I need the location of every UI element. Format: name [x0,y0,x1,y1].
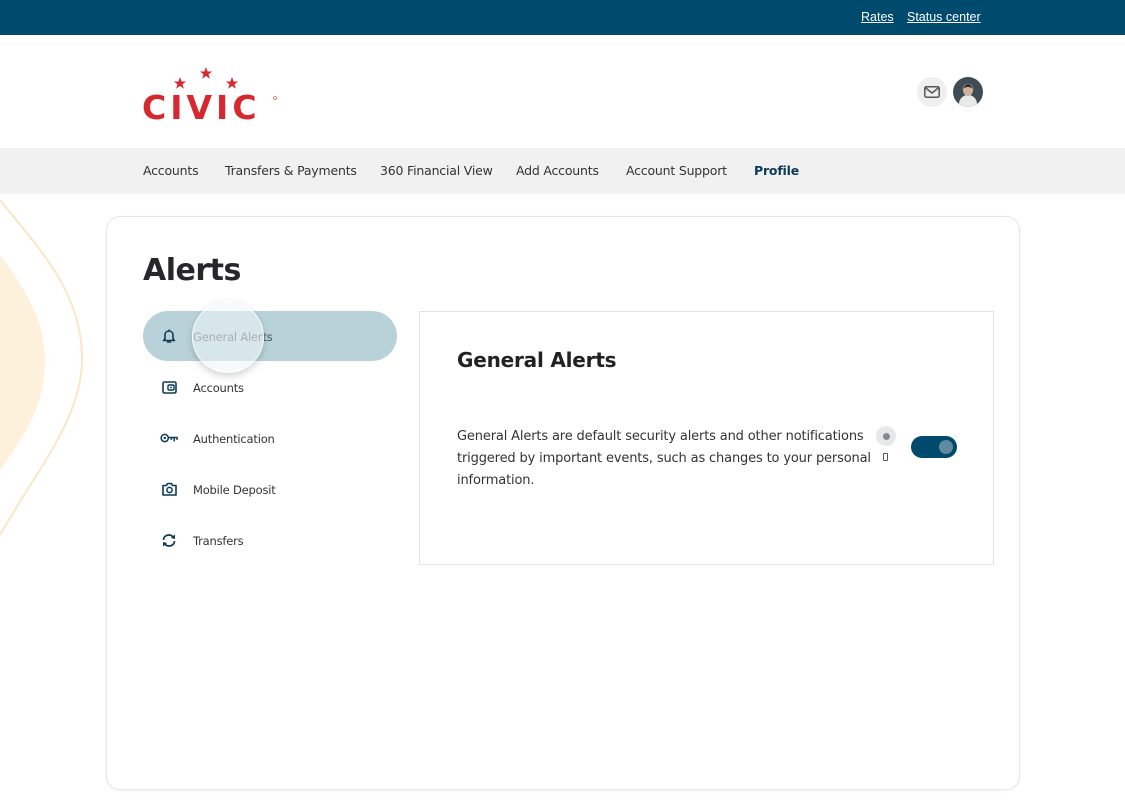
nav-account-support[interactable]: Account Support [626,163,727,178]
site-header: CIVIC [0,35,1125,148]
sidebar-item-mobile-deposit[interactable]: Mobile Deposit [143,464,397,514]
nav-profile[interactable]: Profile [754,163,799,178]
wallet-icon [160,379,178,395]
nav-accounts[interactable]: Accounts [143,163,199,178]
general-alerts-toggle[interactable] [911,436,957,458]
sidebar-item-label: Transfers [193,534,244,548]
key-icon [160,430,178,446]
mail-icon [924,86,940,98]
page-title: Alerts [143,253,241,288]
civic-logo[interactable]: CIVIC [142,65,282,125]
user-avatar[interactable] [953,77,983,107]
sidebar-item-general-alerts[interactable]: General Alerts [143,311,397,361]
mobile-channel-icon [883,453,888,461]
sidebar-item-label: General Alerts [193,330,273,344]
sidebar-item-label: Accounts [193,381,244,395]
nav-transfers-payments[interactable]: Transfers & Payments [225,163,357,178]
email-channel-icon [876,426,896,446]
status-center-link[interactable]: Status center [907,10,981,24]
messages-button[interactable] [917,77,947,107]
utility-bar: Rates Status center [0,0,1125,35]
transfer-arrows-icon [160,532,178,548]
camera-icon [160,481,178,497]
logo-stars-icon [173,67,239,89]
logo-text: CIVIC [142,88,261,125]
panel-title: General Alerts [457,348,617,372]
sidebar-item-authentication[interactable]: Authentication [143,413,397,463]
rates-link[interactable]: Rates [861,10,894,24]
sidebar-item-label: Mobile Deposit [193,483,276,497]
panel-description: General Alerts are default security aler… [457,429,871,488]
primary-nav: Accounts Transfers & Payments 360 Financ… [0,148,1125,194]
sidebar-item-accounts[interactable]: Accounts [143,362,397,412]
nav-360-financial-view[interactable]: 360 Financial View [380,163,493,178]
toggle-knob [939,440,953,454]
sidebar-item-transfers[interactable]: Transfers [143,515,397,565]
bell-icon [160,328,178,344]
nav-add-accounts[interactable]: Add Accounts [516,163,599,178]
sidebar-item-label: Authentication [193,432,275,446]
